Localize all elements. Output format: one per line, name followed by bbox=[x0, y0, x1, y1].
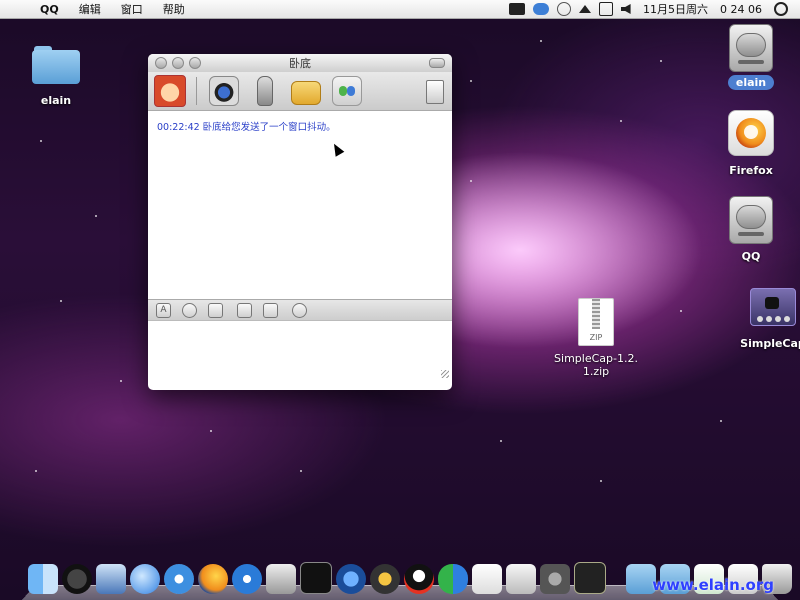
camino-icon[interactable] bbox=[370, 564, 400, 594]
emoticon-icon[interactable] bbox=[182, 302, 197, 318]
terminal-icon[interactable] bbox=[300, 562, 332, 594]
dvd-player-icon[interactable] bbox=[266, 564, 296, 594]
system-preferences-icon[interactable] bbox=[540, 564, 570, 594]
desktop-icon-qq-drive[interactable]: QQ bbox=[711, 196, 791, 263]
zip-badge: ZIP bbox=[589, 333, 603, 342]
desktop-icon-label: QQ bbox=[741, 250, 761, 263]
chat-message: 00:22:42 卧底给您发送了一个窗口抖动。 bbox=[157, 122, 336, 133]
screenshot-icon[interactable] bbox=[263, 302, 278, 318]
simplecap-icon bbox=[750, 288, 796, 326]
itunes-icon[interactable] bbox=[232, 564, 262, 594]
resize-grip-icon[interactable] bbox=[441, 370, 449, 378]
desktop-icon-elain-drive[interactable]: elain bbox=[711, 24, 791, 90]
volume-icon[interactable] bbox=[621, 4, 631, 14]
desktop-icon-label: elain bbox=[40, 94, 72, 107]
preview-icon[interactable] bbox=[96, 564, 126, 594]
watermark: www.elain.org bbox=[652, 576, 774, 594]
finder-icon[interactable] bbox=[28, 564, 58, 594]
desktop-icon-label: Firefox bbox=[729, 164, 773, 177]
font-icon[interactable]: A bbox=[156, 302, 171, 318]
qq-penguin-icon[interactable] bbox=[533, 3, 549, 15]
add-contact-icon[interactable] bbox=[332, 76, 362, 106]
menu-extras: 11月5日周六 0 24 06 bbox=[505, 0, 800, 18]
desktop-icon-firefox[interactable]: Firefox bbox=[711, 110, 791, 177]
shake-icon[interactable] bbox=[208, 302, 223, 318]
dock: www.elain.org bbox=[22, 558, 792, 600]
firefox-icon bbox=[728, 110, 774, 156]
window-title: 卧底 bbox=[289, 57, 311, 70]
camera-icon[interactable] bbox=[509, 3, 525, 15]
chat-toolbar bbox=[148, 72, 452, 111]
eject-icon[interactable] bbox=[579, 5, 591, 13]
zip-label-line1: SimpleCap-1.2. bbox=[554, 352, 638, 365]
microphone-icon[interactable] bbox=[257, 76, 273, 106]
desktop-icon-elain-folder[interactable]: elain bbox=[16, 46, 96, 107]
zip-file-icon: ZIP bbox=[578, 298, 614, 346]
firefox-icon[interactable] bbox=[198, 564, 228, 594]
message-history[interactable]: 00:22:42 卧底给您发送了一个窗口抖动。 bbox=[148, 111, 452, 299]
menu-clock-date[interactable]: 11月5日周六 bbox=[643, 1, 708, 17]
time-machine-icon[interactable] bbox=[557, 2, 571, 16]
desktop-icon-label: SimpleCap-1.2. 1.zip bbox=[554, 352, 638, 378]
hard-drive-icon bbox=[729, 196, 773, 244]
desktop-icon-simplecap-zip[interactable]: ZIP SimpleCap-1.2. 1.zip bbox=[554, 298, 638, 378]
msn-icon[interactable] bbox=[438, 564, 468, 594]
hard-drive-icon bbox=[729, 24, 773, 72]
menu-bar: QQ 编辑 窗口 帮助 11月5日周六 0 24 06 bbox=[0, 0, 800, 19]
menu-window[interactable]: 窗口 bbox=[111, 1, 153, 17]
zip-label-line2: 1.zip bbox=[582, 365, 610, 378]
safari-icon[interactable] bbox=[164, 564, 194, 594]
menu-clock-time[interactable]: 0 24 06 bbox=[720, 3, 762, 16]
dashboard-icon[interactable] bbox=[62, 564, 92, 594]
menu-edit[interactable]: 编辑 bbox=[69, 1, 111, 17]
script-editor-icon[interactable] bbox=[506, 564, 536, 594]
chat-window: 卧底 00:22:42 卧底给您发送了一个窗口抖动。 A bbox=[148, 54, 452, 390]
qq-dock-icon[interactable] bbox=[404, 564, 434, 594]
console-icon[interactable] bbox=[574, 562, 606, 594]
desktop-icon-simplecap[interactable]: SimpleCap bbox=[733, 288, 800, 350]
textedit-icon[interactable] bbox=[472, 564, 502, 594]
menu-help[interactable]: 帮助 bbox=[153, 1, 195, 17]
folder-icon bbox=[32, 46, 80, 84]
spotlight-search-icon[interactable] bbox=[774, 2, 788, 16]
desktop-icon-label: elain bbox=[727, 75, 775, 90]
image-icon[interactable] bbox=[237, 302, 252, 318]
quicktime-icon[interactable] bbox=[336, 564, 366, 594]
sidebar-toggle-icon[interactable] bbox=[426, 80, 444, 104]
toolbar-toggle-button[interactable] bbox=[429, 58, 445, 68]
desktop-icon-label: SimpleCap bbox=[740, 337, 800, 350]
avatar[interactable] bbox=[154, 75, 186, 107]
app-menu[interactable]: QQ bbox=[30, 3, 69, 16]
send-file-icon[interactable] bbox=[291, 81, 321, 105]
mouse-pointer-icon bbox=[329, 141, 345, 157]
message-input[interactable] bbox=[148, 321, 452, 381]
input-toolbar: A bbox=[148, 299, 452, 321]
video-call-icon[interactable] bbox=[209, 76, 239, 106]
ichat-icon[interactable] bbox=[130, 564, 160, 594]
input-method-icon[interactable] bbox=[599, 2, 613, 16]
history-icon[interactable] bbox=[292, 302, 307, 318]
window-titlebar[interactable]: 卧底 bbox=[148, 54, 452, 72]
